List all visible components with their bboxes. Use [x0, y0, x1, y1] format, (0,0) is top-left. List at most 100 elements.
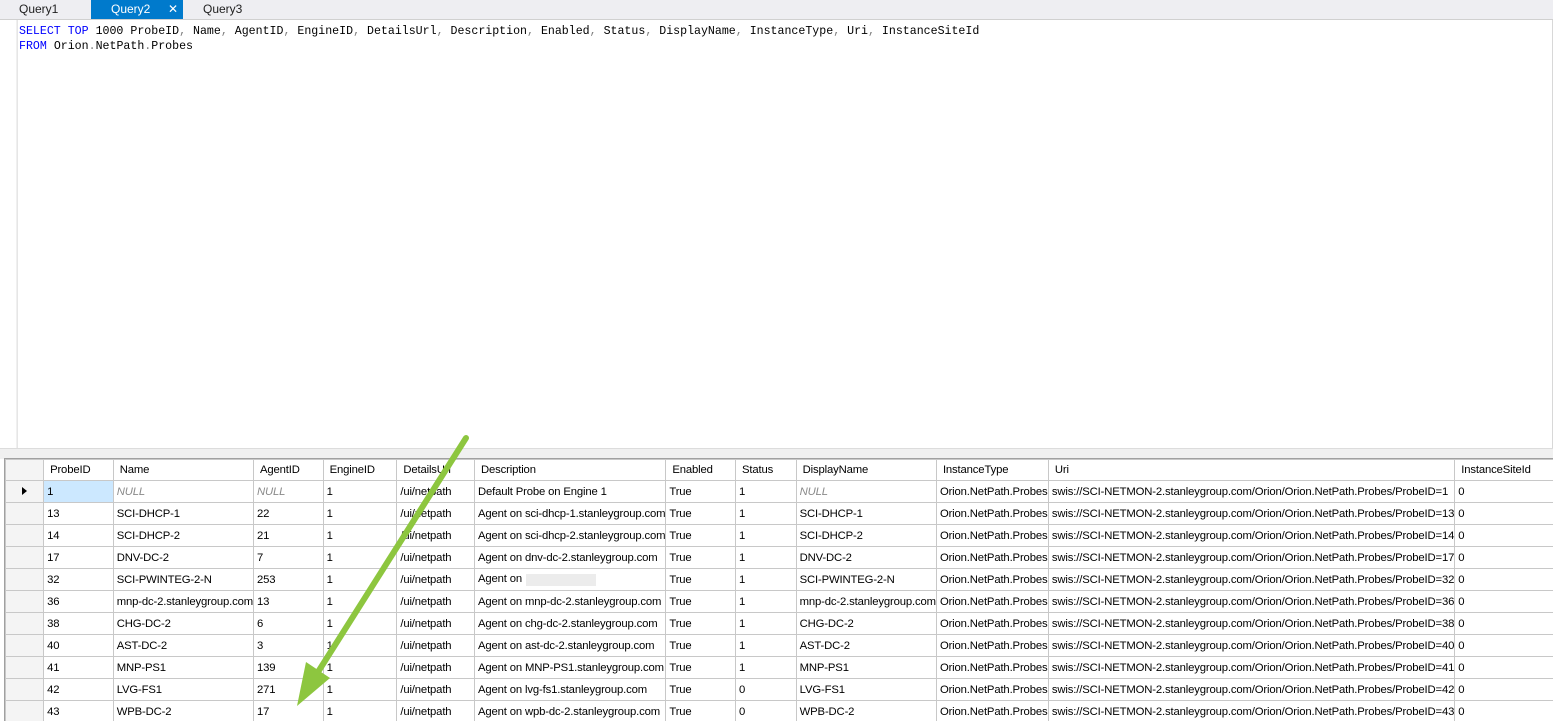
table-cell[interactable]: CHG-DC-2 [796, 613, 936, 635]
column-header[interactable]: InstanceType [936, 460, 1048, 481]
table-cell[interactable]: swis://SCI-NETMON-2.stanleygroup.com/Ori… [1048, 701, 1454, 721]
table-row[interactable]: 42LVG-FS12711/ui/netpathAgent on lvg-fs1… [6, 679, 1553, 701]
table-row[interactable]: 14SCI-DHCP-2211/ui/netpathAgent on sci-d… [6, 525, 1553, 547]
table-cell[interactable]: MNP-PS1 [113, 657, 253, 679]
table-cell[interactable]: 0 [1455, 613, 1553, 635]
table-cell[interactable]: 1 [323, 591, 397, 613]
table-cell[interactable]: 1 [736, 591, 797, 613]
table-cell[interactable]: Agent on chg-dc-2.stanleygroup.com [474, 613, 665, 635]
table-cell[interactable]: Orion.NetPath.Probes [936, 569, 1048, 591]
table-cell[interactable]: 1 [323, 525, 397, 547]
table-cell[interactable]: 253 [254, 569, 324, 591]
table-cell[interactable]: 22 [254, 503, 324, 525]
table-cell[interactable]: NULL [796, 481, 936, 503]
table-cell[interactable]: LVG-FS1 [113, 679, 253, 701]
table-cell[interactable]: 0 [1455, 547, 1553, 569]
table-cell[interactable]: /ui/netpath [397, 657, 475, 679]
table-cell[interactable]: True [666, 613, 736, 635]
table-row[interactable]: 40AST-DC-231/ui/netpathAgent on ast-dc-2… [6, 635, 1553, 657]
table-cell[interactable]: swis://SCI-NETMON-2.stanleygroup.com/Ori… [1048, 547, 1454, 569]
table-cell[interactable]: mnp-dc-2.stanleygroup.com [113, 591, 253, 613]
table-row[interactable]: 41MNP-PS11391/ui/netpathAgent on MNP-PS1… [6, 657, 1553, 679]
table-cell[interactable]: DNV-DC-2 [796, 547, 936, 569]
table-cell[interactable]: swis://SCI-NETMON-2.stanleygroup.com/Ori… [1048, 481, 1454, 503]
tab-query3[interactable]: Query3 [183, 0, 263, 19]
table-row[interactable]: 1NULLNULL1/ui/netpathDefault Probe on En… [6, 481, 1553, 503]
table-cell[interactable]: 1 [323, 635, 397, 657]
table-row[interactable]: 43WPB-DC-2171/ui/netpathAgent on wpb-dc-… [6, 701, 1553, 721]
row-header[interactable] [6, 613, 44, 635]
table-cell[interactable]: 0 [1455, 569, 1553, 591]
row-header-corner[interactable] [6, 460, 44, 481]
table-cell[interactable]: 43 [44, 701, 114, 721]
table-cell[interactable]: 0 [1455, 657, 1553, 679]
column-header[interactable]: ProbeID [44, 460, 114, 481]
table-cell[interactable]: 1 [323, 481, 397, 503]
table-cell[interactable]: Agent on sci-dhcp-2.stanleygroup.com [474, 525, 665, 547]
table-cell[interactable]: 1 [736, 525, 797, 547]
table-cell[interactable]: WPB-DC-2 [113, 701, 253, 721]
row-header[interactable] [6, 657, 44, 679]
table-cell[interactable]: Default Probe on Engine 1 [474, 481, 665, 503]
table-cell[interactable]: True [666, 525, 736, 547]
table-cell[interactable]: True [666, 679, 736, 701]
row-header[interactable] [6, 701, 44, 721]
table-cell[interactable]: True [666, 635, 736, 657]
column-header[interactable]: AgentID [254, 460, 324, 481]
results-grid[interactable]: ProbeIDNameAgentIDEngineIDDetailsUrlDesc… [4, 458, 1553, 721]
table-cell[interactable]: Orion.NetPath.Probes [936, 635, 1048, 657]
table-cell[interactable]: Orion.NetPath.Probes [936, 701, 1048, 721]
table-cell[interactable]: Orion.NetPath.Probes [936, 591, 1048, 613]
table-cell[interactable]: 0 [736, 701, 797, 721]
table-cell[interactable]: 41 [44, 657, 114, 679]
table-cell[interactable]: 1 [736, 635, 797, 657]
tab-query1[interactable]: Query1 [0, 0, 91, 19]
query-editor[interactable]: SELECT TOP 1000 ProbeID, Name, AgentID, … [0, 20, 1553, 448]
table-cell[interactable]: 7 [254, 547, 324, 569]
table-cell[interactable]: SCI-DHCP-1 [796, 503, 936, 525]
table-cell[interactable]: 0 [1455, 591, 1553, 613]
row-header[interactable] [6, 525, 44, 547]
table-cell[interactable]: /ui/netpath [397, 569, 475, 591]
table-cell[interactable]: SCI-DHCP-2 [796, 525, 936, 547]
table-row[interactable]: 38CHG-DC-261/ui/netpathAgent on chg-dc-2… [6, 613, 1553, 635]
tab-query2[interactable]: Query2 ✕ [91, 0, 183, 19]
table-cell[interactable]: True [666, 591, 736, 613]
table-cell[interactable]: 21 [254, 525, 324, 547]
table-cell[interactable]: /ui/netpath [397, 547, 475, 569]
query-text[interactable]: SELECT TOP 1000 ProbeID, Name, AgentID, … [19, 24, 979, 54]
table-cell[interactable]: Agent on lvg-fs1.stanleygroup.com [474, 679, 665, 701]
table-cell[interactable]: Agent on mnp-dc-2.stanleygroup.com [474, 591, 665, 613]
row-header[interactable] [6, 503, 44, 525]
table-cell[interactable]: 1 [323, 679, 397, 701]
table-cell[interactable]: True [666, 569, 736, 591]
table-cell[interactable]: Orion.NetPath.Probes [936, 481, 1048, 503]
column-header[interactable]: EngineID [323, 460, 397, 481]
table-cell[interactable]: 1 [736, 481, 797, 503]
table-cell[interactable]: 36 [44, 591, 114, 613]
table-cell[interactable]: 0 [1455, 481, 1553, 503]
table-cell[interactable]: True [666, 503, 736, 525]
table-cell[interactable]: /ui/netpath [397, 525, 475, 547]
table-cell[interactable]: 0 [1455, 635, 1553, 657]
table-cell[interactable]: 0 [1455, 679, 1553, 701]
table-cell[interactable]: 1 [736, 657, 797, 679]
table-cell[interactable]: SCI-DHCP-2 [113, 525, 253, 547]
table-cell[interactable]: Orion.NetPath.Probes [936, 547, 1048, 569]
table-cell[interactable]: 1 [323, 503, 397, 525]
column-header[interactable]: Name [113, 460, 253, 481]
table-cell[interactable]: 14 [44, 525, 114, 547]
table-cell[interactable]: 0 [1455, 701, 1553, 721]
table-cell[interactable]: 1 [44, 481, 114, 503]
table-cell[interactable]: /ui/netpath [397, 679, 475, 701]
table-cell[interactable]: swis://SCI-NETMON-2.stanleygroup.com/Ori… [1048, 569, 1454, 591]
table-cell[interactable]: True [666, 481, 736, 503]
table-cell[interactable]: Agent on [474, 569, 665, 591]
table-cell[interactable]: True [666, 701, 736, 721]
table-cell[interactable]: 0 [1455, 525, 1553, 547]
table-cell[interactable]: swis://SCI-NETMON-2.stanleygroup.com/Ori… [1048, 503, 1454, 525]
table-cell[interactable]: /ui/netpath [397, 591, 475, 613]
row-header[interactable] [6, 635, 44, 657]
row-header[interactable] [6, 481, 44, 503]
table-row[interactable]: 13SCI-DHCP-1221/ui/netpathAgent on sci-d… [6, 503, 1553, 525]
